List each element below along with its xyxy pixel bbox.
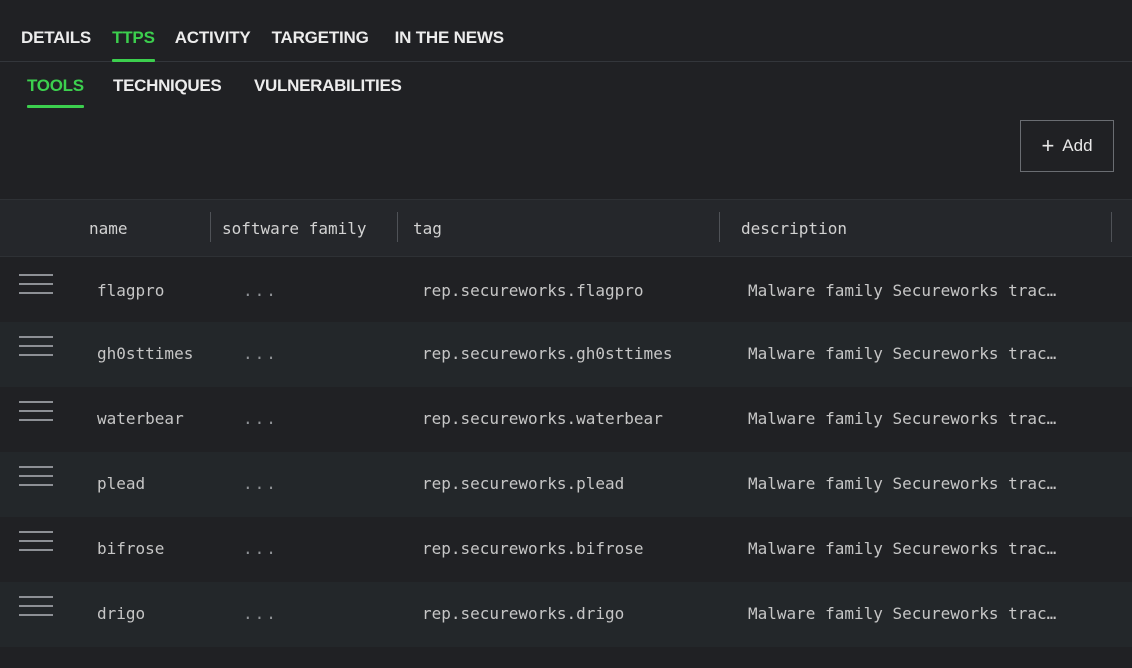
cell-description: Malware family Secureworks trac…: [748, 604, 1057, 623]
ttps-page: DETAILS TTPS ACTIVITY TARGETING IN THE N…: [0, 0, 1132, 668]
cell-software-family: ...: [243, 409, 278, 428]
cell-name: gh0sttimes: [97, 344, 194, 363]
primary-tab-bar: DETAILS TTPS ACTIVITY TARGETING IN THE N…: [0, 0, 1132, 62]
drag-handle-icon[interactable]: [19, 336, 53, 356]
plus-icon: +: [1041, 133, 1055, 158]
cell-name: plead: [97, 474, 146, 493]
table-row[interactable]: flagpro ... rep.secureworks.flagpro Malw…: [0, 257, 1132, 322]
cell-tag: rep.secureworks.drigo: [422, 604, 625, 623]
cell-tag: rep.secureworks.waterbear: [422, 409, 663, 428]
tab-ttps[interactable]: TTPS: [112, 28, 155, 62]
cell-description: Malware family Secureworks trac…: [748, 539, 1057, 558]
drag-handle-icon[interactable]: [19, 401, 53, 421]
tab-targeting[interactable]: TARGETING: [272, 28, 369, 48]
cell-tag: rep.secureworks.gh0sttimes: [422, 344, 673, 363]
table-header: name software family tag description: [0, 199, 1132, 257]
tab-activity[interactable]: ACTIVITY: [175, 28, 251, 48]
table-body: flagpro ... rep.secureworks.flagpro Malw…: [0, 257, 1132, 647]
column-resize-handle[interactable]: [719, 212, 720, 242]
cell-tag: rep.secureworks.flagpro: [422, 281, 644, 300]
cell-name: drigo: [97, 604, 146, 623]
table-row[interactable]: drigo ... rep.secureworks.drigo Malware …: [0, 582, 1132, 647]
cell-software-family: ...: [243, 604, 278, 623]
cell-description: Malware family Secureworks trac…: [748, 344, 1057, 363]
tab-details[interactable]: DETAILS: [21, 28, 91, 48]
column-resize-handle[interactable]: [1111, 212, 1112, 242]
cell-description: Malware family Secureworks trac…: [748, 474, 1057, 493]
drag-handle-icon[interactable]: [19, 466, 53, 486]
table-row[interactable]: plead ... rep.secureworks.plead Malware …: [0, 452, 1132, 517]
cell-tag: rep.secureworks.bifrose: [422, 539, 644, 558]
tab-techniques[interactable]: TECHNIQUES: [113, 76, 222, 96]
column-header-software-family[interactable]: software family: [222, 200, 394, 258]
drag-handle-icon[interactable]: [19, 531, 53, 551]
tab-vulnerabilities[interactable]: VULNERABILITIES: [254, 76, 402, 96]
add-button[interactable]: + Add: [1020, 120, 1114, 172]
column-header-tag[interactable]: tag: [413, 200, 713, 258]
column-header-name[interactable]: name: [89, 200, 204, 258]
table-row[interactable]: bifrose ... rep.secureworks.bifrose Malw…: [0, 517, 1132, 582]
tools-table: name software family tag description fla…: [0, 199, 1132, 647]
table-row[interactable]: waterbear ... rep.secureworks.waterbear …: [0, 387, 1132, 452]
drag-handle-icon[interactable]: [19, 274, 53, 294]
cell-software-family: ...: [243, 539, 278, 558]
cell-description: Malware family Secureworks trac…: [748, 281, 1057, 300]
cell-software-family: ...: [243, 474, 278, 493]
tab-in-the-news[interactable]: IN THE NEWS: [395, 28, 504, 48]
table-row[interactable]: gh0sttimes ... rep.secureworks.gh0sttime…: [0, 322, 1132, 387]
column-resize-handle[interactable]: [397, 212, 398, 242]
cell-name: waterbear: [97, 409, 184, 428]
cell-description: Malware family Secureworks trac…: [748, 409, 1057, 428]
tab-tools[interactable]: TOOLS: [27, 76, 84, 108]
cell-software-family: ...: [243, 344, 278, 363]
cell-name: flagpro: [97, 281, 165, 300]
cell-tag: rep.secureworks.plead: [422, 474, 625, 493]
column-resize-handle[interactable]: [210, 212, 211, 242]
cell-software-family: ...: [243, 281, 278, 300]
cell-name: bifrose: [97, 539, 165, 558]
column-header-description[interactable]: description: [741, 200, 1101, 258]
secondary-tab-bar: TOOLS TECHNIQUES VULNERABILITIES: [0, 62, 1132, 112]
add-button-label: Add: [1062, 136, 1093, 155]
drag-handle-icon[interactable]: [19, 596, 53, 616]
